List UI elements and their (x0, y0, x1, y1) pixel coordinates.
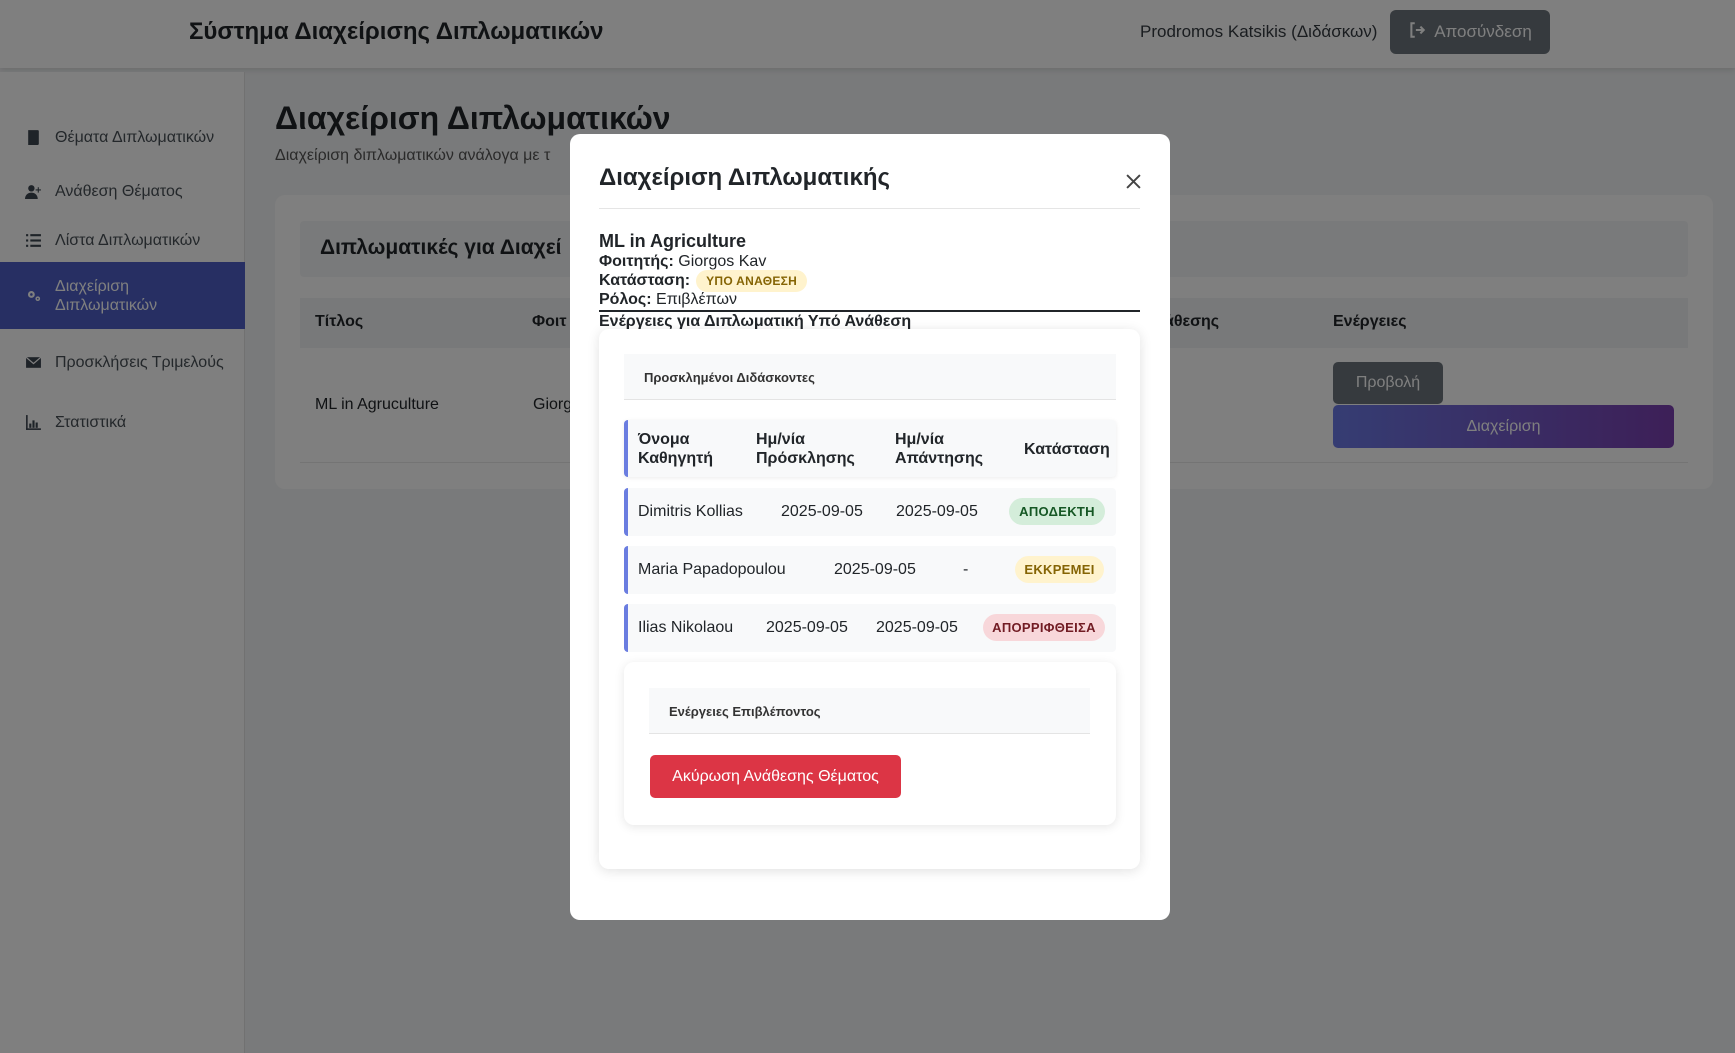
status-badge: ΕΚΚΡΕΜΕΙ (1015, 556, 1104, 583)
modal-title: Διαχείριση Διπλωματικής (599, 164, 890, 191)
status-badge: ΑΠΟΔΕΚΤΗ (1009, 498, 1105, 525)
invitee-name: Dimitris Kollias (638, 503, 743, 520)
divider (599, 208, 1140, 209)
student-value: Giorgos Kav (678, 253, 767, 270)
list-item: Ilias Nikolaou 2025-09-05 2025-09-05 ΑΠΟ… (624, 604, 1116, 652)
invited-table-header: Όνομα Καθηγητή Ημ/νία Πρόσκλησης Ημ/νία … (624, 420, 1116, 477)
invite-date: 2025-09-05 (766, 619, 848, 636)
reply-date: - (963, 561, 969, 578)
divider (599, 310, 1140, 312)
reply-date: 2025-09-05 (896, 503, 978, 520)
invite-date: 2025-09-05 (781, 503, 863, 520)
supervisor-actions-card (624, 662, 1116, 825)
supervisor-heading: Ενέργειες Επιβλέποντος (649, 688, 1090, 734)
column-name: Όνομα Καθηγητή (638, 431, 714, 467)
role-label: Ρόλος: (599, 291, 652, 308)
invited-heading: Προσκλημένοι Διδάσκοντες (624, 354, 1116, 400)
column-reply-date: Ημ/νία Απάντησης (895, 431, 984, 467)
student-line: Φοιτητής: Giorgos Kav (599, 253, 766, 271)
supervisor-heading-label: Ενέργειες Επιβλέποντος (669, 704, 821, 719)
status-line: Κατάσταση: ΥΠΟ ΑΝΑΘΕΣΗ (599, 270, 808, 292)
reply-date: 2025-09-05 (876, 619, 958, 636)
role-value: Επιβλέπων (656, 291, 737, 308)
column-status: Κατάσταση (1024, 441, 1110, 458)
thesis-title: ML in Agriculture (599, 231, 747, 251)
close-icon[interactable] (1122, 170, 1144, 192)
list-item: Maria Papadopoulou 2025-09-05 - ΕΚΚΡΕΜΕΙ (624, 546, 1116, 594)
invited-heading-label: Προσκλημένοι Διδάσκοντες (644, 370, 815, 385)
status-badge: ΑΠΟΡΡΙΦΘΕΙΣΑ (983, 614, 1105, 641)
student-label: Φοιτητής: (599, 253, 674, 270)
invite-date: 2025-09-05 (834, 561, 916, 578)
role-line: Ρόλος: Επιβλέπων (599, 291, 737, 309)
invitee-name: Ilias Nikolaou (638, 619, 734, 636)
status-label: Κατάσταση: (599, 272, 691, 289)
status-badge: ΥΠΟ ΑΝΑΘΕΣΗ (696, 270, 808, 292)
column-invite-date: Ημ/νία Πρόσκλησης (756, 431, 855, 467)
cancel-assignment-button[interactable]: Ακύρωση Ανάθεσης Θέματος (650, 755, 901, 798)
invitee-name: Maria Papadopoulou (638, 561, 786, 578)
list-item: Dimitris Kollias 2025-09-05 2025-09-05 Α… (624, 488, 1116, 536)
manage-thesis-modal: Διαχείριση Διπλωματικής ML in Agricultur… (570, 134, 1170, 920)
